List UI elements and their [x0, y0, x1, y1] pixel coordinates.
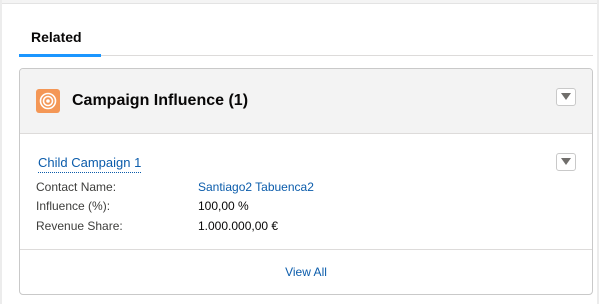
tab-bar: Related: [19, 20, 593, 57]
record-actions-menu-button[interactable]: [556, 153, 576, 171]
field-value-revenue-share: 1.000.000,00 €: [198, 219, 279, 233]
chevron-down-icon: [561, 158, 571, 165]
card-title[interactable]: Campaign Influence (1): [72, 91, 248, 111]
card-footer: View All: [20, 249, 592, 294]
field-label-influence: Influence (%):: [36, 199, 111, 213]
view-all-link[interactable]: View All: [20, 264, 592, 280]
window-left-edge: [0, 0, 2, 304]
field-label-revenue-share: Revenue Share:: [36, 219, 123, 233]
card-header: Campaign Influence (1): [20, 69, 592, 134]
active-tab-indicator: [19, 54, 101, 57]
window-top-edge: [0, 0, 599, 4]
field-value-contact-name[interactable]: Santiago2 Tabuenca2: [198, 179, 314, 195]
tab-related-label: Related: [31, 29, 82, 45]
record-link[interactable]: Child Campaign 1: [38, 155, 142, 173]
tab-related[interactable]: Related: [19, 20, 101, 57]
chevron-down-icon: [561, 93, 571, 100]
page: Related Campaign Influence (1) Child Cam…: [0, 0, 599, 304]
campaign-target-icon: [36, 89, 60, 113]
field-label-contact-name: Contact Name:: [36, 180, 117, 194]
card-actions-menu-button[interactable]: [556, 88, 576, 106]
field-value-influence: 100,00 %: [198, 199, 249, 213]
related-list-card: Campaign Influence (1) Child Campaign 1 …: [19, 68, 593, 295]
